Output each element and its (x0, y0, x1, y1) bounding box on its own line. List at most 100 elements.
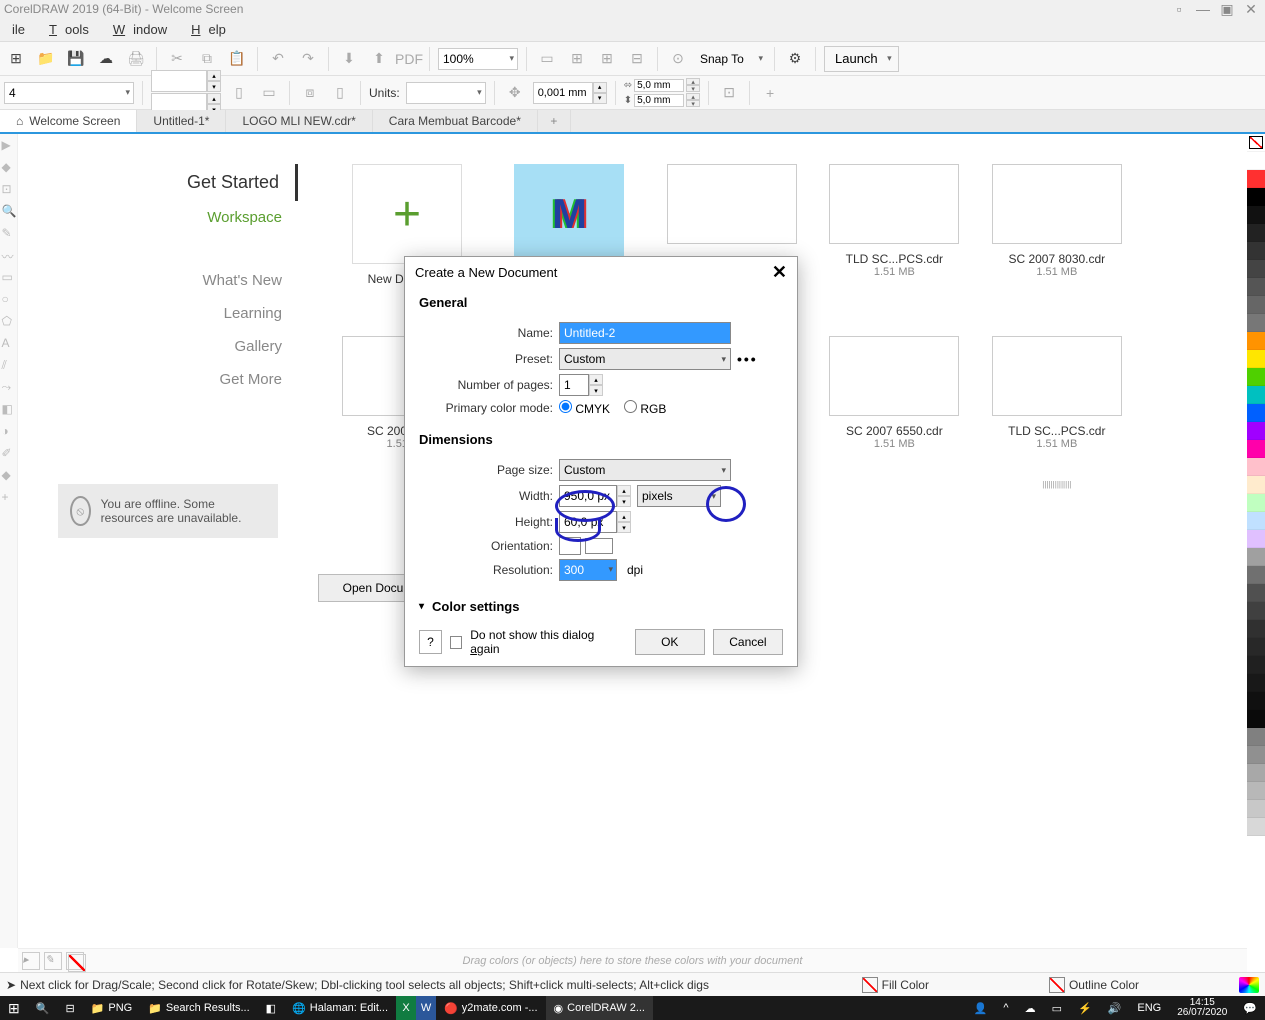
y2mate-app[interactable]: 🔴 y2mate.com -... (436, 996, 546, 1020)
width-spinner[interactable]: ▴▾ (617, 485, 631, 507)
snap-to-combo[interactable]: Snap To (696, 48, 766, 70)
dialog-close-button[interactable]: ✕ (772, 262, 787, 283)
page-width-input[interactable] (151, 70, 207, 92)
color-swatch[interactable] (1247, 368, 1265, 386)
width-unit-combo[interactable]: pixels (637, 485, 721, 507)
height-input[interactable] (559, 511, 617, 533)
search-button[interactable]: 🔍 (28, 996, 58, 1020)
color-swatch[interactable] (1247, 728, 1265, 746)
color-swatch[interactable] (1247, 746, 1265, 764)
recent-card[interactable]: |||||||||||||| (982, 480, 1132, 528)
color-swatch[interactable] (1247, 818, 1265, 836)
eyedropper-tool-icon[interactable]: ✐ (2, 446, 16, 460)
excel-app[interactable]: X (396, 996, 416, 1020)
new-doc-icon[interactable]: ⊞ (4, 47, 28, 71)
rect-tool-icon[interactable]: ▭ (2, 270, 16, 284)
color-swatch[interactable] (1247, 800, 1265, 818)
color-swatch[interactable] (1247, 206, 1265, 224)
sidebar-get-more[interactable]: Get More (148, 363, 298, 396)
zoom-tool-icon[interactable]: 🔍 (2, 204, 16, 218)
color-swatch[interactable] (1247, 548, 1265, 566)
recent-card[interactable]: SC 2007 6550.cdr 1.51 MB (819, 336, 969, 450)
open-icon[interactable]: 📁 (34, 47, 58, 71)
color-swatch[interactable] (1247, 152, 1265, 170)
launch-button[interactable]: Launch (824, 46, 899, 72)
no-fill-swatch[interactable] (1247, 134, 1265, 152)
color-swatch[interactable] (1247, 440, 1265, 458)
color-tray[interactable]: ▸ ✎ Drag colors (or objects) here to sto… (18, 948, 1247, 972)
add-icon[interactable]: + (758, 81, 782, 105)
recent-card[interactable]: TLD SC...PCS.cdr 1.51 MB (819, 164, 969, 278)
menu-tools[interactable]: Tools (33, 22, 97, 37)
color-swatch[interactable] (1247, 296, 1265, 314)
color-swatch[interactable] (1247, 332, 1265, 350)
color-swatch[interactable] (1247, 638, 1265, 656)
cmyk-radio[interactable]: CMYK (559, 400, 610, 416)
preset-combo[interactable]: Custom (559, 348, 731, 370)
color-swatch[interactable] (1247, 404, 1265, 422)
sidebar-whats-new[interactable]: What's New (148, 264, 298, 297)
color-swatch[interactable] (1247, 584, 1265, 602)
tab-logo-mli[interactable]: LOGO MLI NEW.cdr* (226, 110, 372, 132)
color-swatch[interactable] (1247, 170, 1265, 188)
color-swatch[interactable] (1247, 278, 1265, 296)
color-swatch[interactable] (1247, 224, 1265, 242)
cloud-icon[interactable]: ☁ (94, 47, 118, 71)
wifi-icon[interactable]: ⚡ (1070, 996, 1100, 1020)
parallel-tool-icon[interactable]: ⫽ (2, 358, 16, 372)
preset-more-icon[interactable]: ••• (737, 351, 758, 367)
color-swatch[interactable] (1247, 260, 1265, 278)
more-tool-icon[interactable]: + (2, 490, 16, 504)
pick-tool-icon[interactable]: ▶ (2, 138, 16, 152)
recent-card[interactable]: SC 2007 8030.cdr 1.51 MB (982, 164, 1132, 278)
cancel-button[interactable]: Cancel (713, 629, 783, 655)
color-swatch[interactable] (1247, 188, 1265, 206)
onedrive-icon[interactable]: ☁ (1017, 996, 1044, 1020)
no-show-checkbox[interactable] (450, 636, 462, 649)
landscape-icon[interactable]: ▭ (257, 81, 281, 105)
color-swatch[interactable] (1247, 566, 1265, 584)
maximize-button[interactable]: ▣ (1217, 1, 1237, 17)
color-swatch[interactable] (1247, 782, 1265, 800)
color-swatch[interactable] (1247, 656, 1265, 674)
dup-x-input[interactable] (634, 79, 684, 92)
word-app[interactable]: W (416, 996, 436, 1020)
pages-spinner[interactable]: ▴▾ (589, 374, 603, 396)
color-swatch[interactable] (1247, 692, 1265, 710)
tab-add[interactable]: + (538, 110, 571, 132)
start-button[interactable]: ⊞ (0, 996, 28, 1020)
color-swatch[interactable] (1247, 386, 1265, 404)
sidebar-get-started[interactable]: Get Started (148, 164, 298, 201)
freehand-tool-icon[interactable]: ✎ (2, 226, 16, 240)
taskbar-app[interactable]: ◧ (258, 996, 284, 1020)
recent-card[interactable]: TLD SC...PCS.cdr 1.51 MB (982, 336, 1132, 450)
color-swatch[interactable] (1247, 674, 1265, 692)
minimize-button[interactable]: — (1193, 1, 1213, 17)
chrome-app[interactable]: 🌐 Halaman: Edit... (284, 996, 396, 1020)
color-swatch[interactable] (1247, 422, 1265, 440)
fill-tool-icon[interactable]: ◆ (2, 468, 16, 482)
name-input[interactable] (559, 322, 731, 344)
help-button[interactable]: ? (419, 630, 442, 654)
coreldraw-app[interactable]: ◉ CorelDRAW 2... (546, 996, 653, 1020)
color-swatch[interactable] (1247, 458, 1265, 476)
nudge-input[interactable] (533, 82, 593, 104)
color-swatch[interactable] (1247, 512, 1265, 530)
sidebar-workspace[interactable]: Workspace (148, 201, 298, 234)
recent-card[interactable] (819, 480, 969, 528)
connector-tool-icon[interactable]: ⤳ (2, 380, 16, 394)
tab-welcome[interactable]: ⌂ Welcome Screen (0, 110, 137, 132)
color-swatch[interactable] (1247, 350, 1265, 368)
color-swatch[interactable] (1247, 620, 1265, 638)
color-proof-icon[interactable] (1239, 977, 1259, 993)
language-indicator[interactable]: ENG (1129, 996, 1169, 1020)
dup-y-input[interactable] (634, 94, 684, 107)
volume-icon[interactable]: 🔊 (1100, 996, 1130, 1020)
page-size-combo-dialog[interactable]: Custom (559, 459, 731, 481)
battery-icon[interactable]: ▭ (1044, 996, 1070, 1020)
menu-window[interactable]: Window (97, 22, 175, 37)
close-button[interactable]: ✕ (1241, 1, 1261, 17)
polygon-tool-icon[interactable]: ⬠ (2, 314, 16, 328)
zoom-combo[interactable]: 100% (438, 48, 518, 70)
color-swatch[interactable] (1247, 476, 1265, 494)
